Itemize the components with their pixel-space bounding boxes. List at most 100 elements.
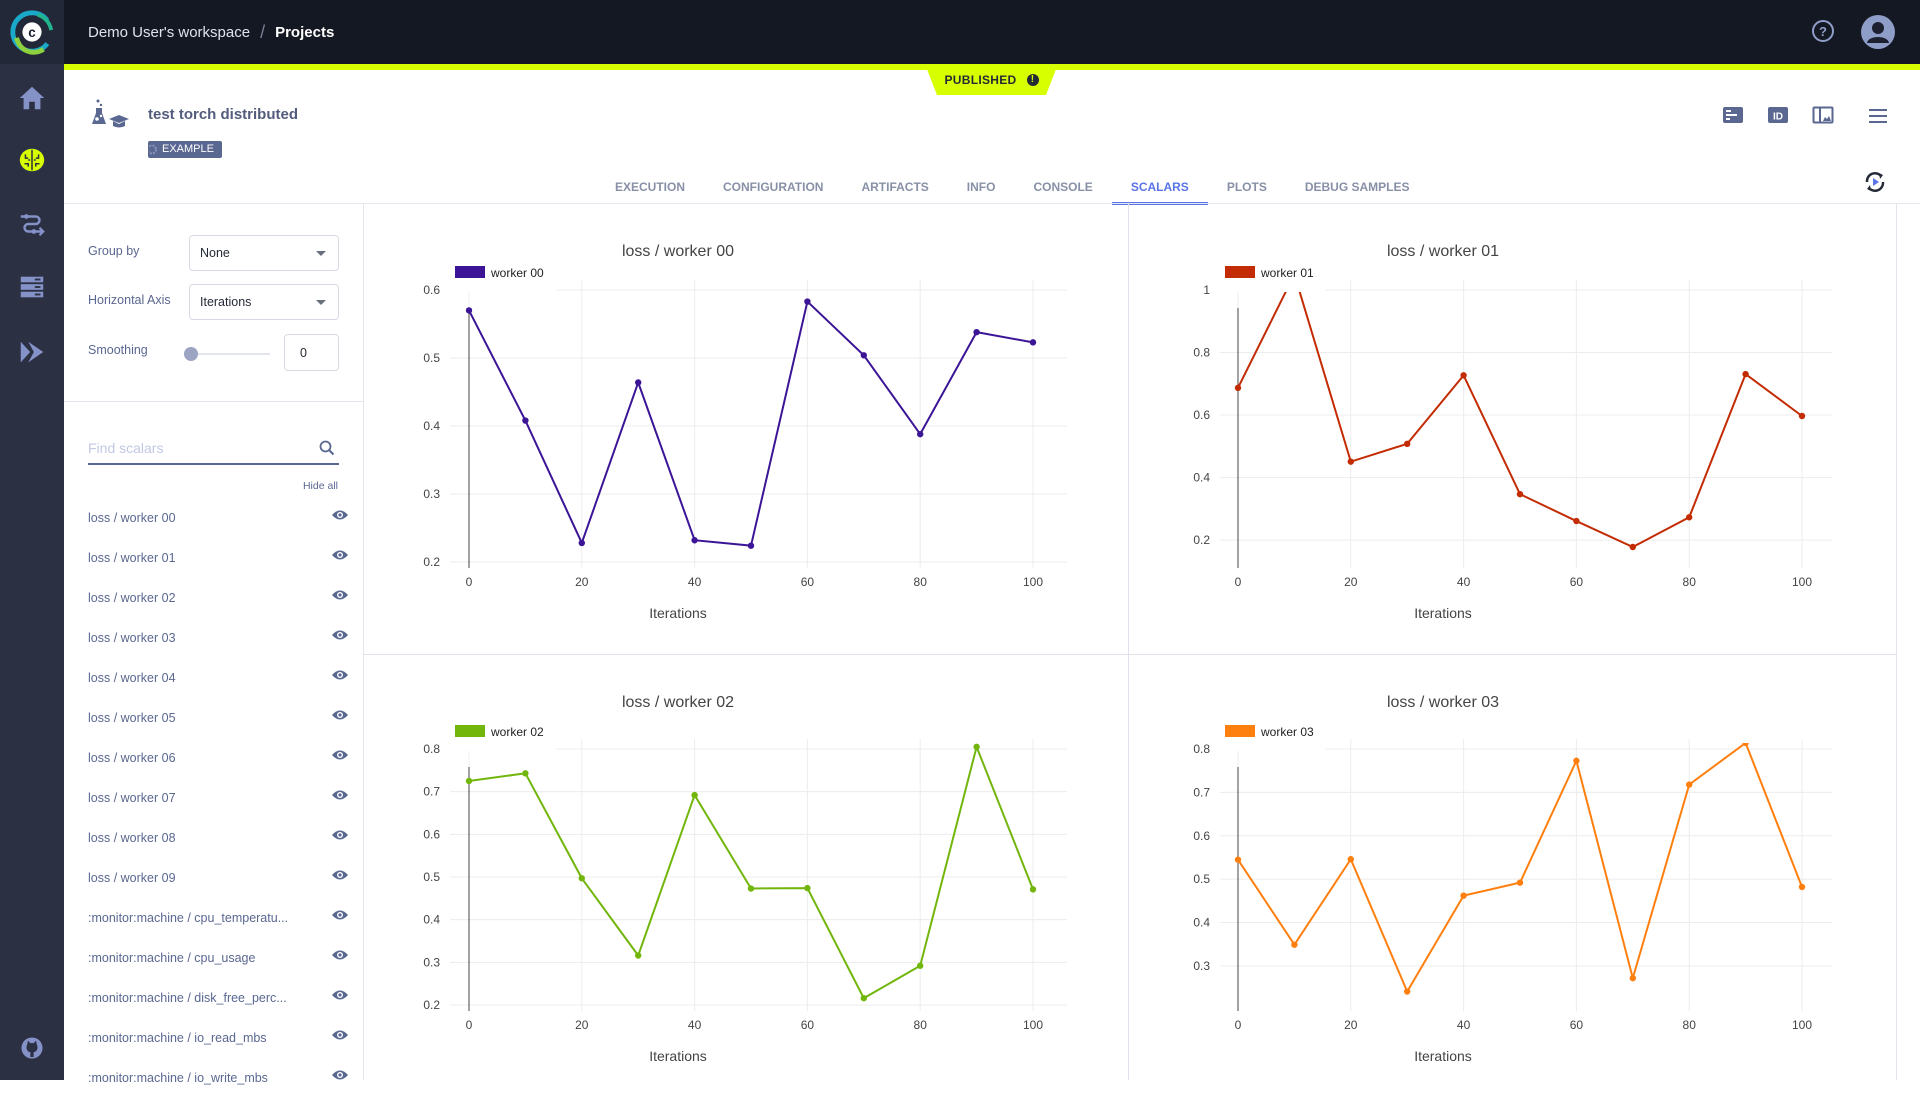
eye-icon[interactable] xyxy=(331,709,349,721)
y-tick-label: 0.2 xyxy=(423,998,440,1012)
menu-icon[interactable] xyxy=(1867,106,1889,126)
scalar-list-item[interactable]: :monitor:machine / io_read_mbs xyxy=(64,1019,364,1059)
eye-icon[interactable] xyxy=(331,909,349,921)
user-avatar[interactable] xyxy=(1861,15,1895,49)
nav-home[interactable] xyxy=(16,82,48,114)
hide-all-button[interactable]: Hide all xyxy=(303,480,338,492)
eye-icon[interactable] xyxy=(331,749,349,761)
eye-icon[interactable] xyxy=(331,869,349,881)
scalar-list-item[interactable]: loss / worker 02 xyxy=(64,579,364,619)
nav-orchestration[interactable] xyxy=(16,336,48,368)
data-point xyxy=(1573,757,1580,764)
alert-icon[interactable]: ! xyxy=(1026,73,1039,86)
nav-github[interactable] xyxy=(16,1032,48,1064)
y-tick-label: 0.4 xyxy=(1193,916,1210,930)
data-point xyxy=(635,952,642,959)
legend-swatch xyxy=(455,266,485,278)
data-point xyxy=(973,328,980,336)
scalar-chart[interactable]: loss / worker 02 0 20 40 60 80 100 0.2 0.3 0.4 0.5… xyxy=(364,655,1128,1105)
y-tick-label: 0.4 xyxy=(1193,471,1210,485)
horizontal-axis-value: Iterations xyxy=(200,295,252,309)
nav-pipelines[interactable] xyxy=(16,208,48,240)
scalar-list-item[interactable]: :monitor:machine / cpu_usage xyxy=(64,939,364,979)
scalar-chart[interactable]: loss / worker 01 0 20 40 60 80 100 0.2 0.4 0.6 0.8… xyxy=(1129,204,1893,654)
svg-text:ID: ID xyxy=(1773,112,1783,123)
eye-icon[interactable] xyxy=(331,629,349,641)
tag-example[interactable]: EXAMPLE xyxy=(148,141,222,158)
scalar-chart[interactable]: loss / worker 00 0 20 40 60 80 100 0.2 0.3 0.4 0.5… xyxy=(364,204,1128,654)
search-icon[interactable] xyxy=(319,440,335,456)
y-tick-label: 0.5 xyxy=(423,870,440,884)
x-tick-label: 0 xyxy=(1235,1018,1242,1032)
data-point xyxy=(465,777,473,785)
tab-console[interactable]: CONSOLE xyxy=(1014,170,1111,204)
eye-icon[interactable] xyxy=(331,829,349,841)
id-icon[interactable]: ID xyxy=(1767,106,1789,126)
scalar-list-item[interactable]: loss / worker 06 xyxy=(64,739,364,779)
eye-icon[interactable] xyxy=(331,669,349,681)
scalar-name: loss / worker 06 xyxy=(88,751,176,765)
scalar-list-item[interactable]: loss / worker 03 xyxy=(64,619,364,659)
tabs: EXECUTION CONFIGURATION ARTIFACTS INFO C… xyxy=(596,170,1429,205)
scalar-list-item[interactable]: loss / worker 00 xyxy=(64,499,364,539)
breadcrumb-workspace[interactable]: Demo User's workspace xyxy=(88,24,250,41)
eye-icon[interactable] xyxy=(331,589,349,601)
eye-icon[interactable] xyxy=(331,989,349,1001)
eye-icon[interactable] xyxy=(331,1069,349,1081)
eye-icon[interactable] xyxy=(331,789,349,801)
logo[interactable]: c xyxy=(0,0,64,64)
eye-icon[interactable] xyxy=(331,949,349,961)
scalar-name: loss / worker 01 xyxy=(88,551,176,565)
scalar-list-item[interactable]: loss / worker 09 xyxy=(64,859,364,899)
y-tick-label: 0.6 xyxy=(1193,829,1210,843)
breadcrumb-projects[interactable]: Projects xyxy=(275,24,334,41)
tab-execution[interactable]: EXECUTION xyxy=(596,170,704,204)
data-point xyxy=(1629,974,1636,982)
details-icon[interactable] xyxy=(1722,106,1744,126)
y-tick-label: 0.7 xyxy=(1193,785,1210,799)
scalar-name: :monitor:machine / io_read_mbs xyxy=(88,1031,267,1045)
horizontal-axis-select[interactable]: Iterations xyxy=(189,284,339,320)
data-point xyxy=(973,743,980,751)
find-scalars-input[interactable] xyxy=(88,434,298,462)
status-badge: PUBLISHED ! xyxy=(925,64,1058,95)
nav-datasets[interactable] xyxy=(16,271,48,303)
scalar-name: loss / worker 03 xyxy=(88,631,176,645)
scalar-list-item[interactable]: :monitor:machine / disk_free_perc... xyxy=(64,979,364,1019)
tag-label: EXAMPLE xyxy=(162,143,214,155)
auto-refresh-icon[interactable] xyxy=(1862,169,1888,195)
eye-icon[interactable] xyxy=(331,1029,349,1041)
tab-scalars[interactable]: SCALARS xyxy=(1111,170,1208,205)
x-tick-label: 0 xyxy=(466,1018,473,1032)
scalar-list-item[interactable]: :monitor:machine / cpu_temperatu... xyxy=(64,899,364,939)
svg-text:?: ? xyxy=(1819,24,1827,39)
eye-icon[interactable] xyxy=(331,549,349,561)
chevrons-icon xyxy=(20,341,44,363)
scalar-chart[interactable]: loss / worker 03 0 20 40 60 80 100 0.3 0.4 0.5 0.6… xyxy=(1129,655,1893,1105)
smoothing-input[interactable]: 0 xyxy=(284,334,339,371)
smoothing-slider-track[interactable] xyxy=(188,353,270,355)
data-point xyxy=(465,307,473,314)
tab-configuration[interactable]: CONFIGURATION xyxy=(704,170,842,204)
scalar-list-item[interactable]: :monitor:machine / io_write_mbs xyxy=(64,1059,364,1099)
tab-plots[interactable]: PLOTS xyxy=(1208,170,1286,204)
scalar-list-item[interactable]: loss / worker 08 xyxy=(64,819,364,859)
tab-info[interactable]: INFO xyxy=(948,170,1015,204)
breadcrumb-separator: / xyxy=(260,21,266,42)
scalar-list-item[interactable]: loss / worker 07 xyxy=(64,779,364,819)
scalar-list-item[interactable]: loss / worker 01 xyxy=(64,539,364,579)
data-point xyxy=(1029,886,1037,893)
nav-experiments[interactable] xyxy=(16,144,48,176)
scalar-list-item[interactable]: loss / worker 04 xyxy=(64,659,364,699)
group-by-select[interactable]: None xyxy=(189,235,339,271)
panel-layout-icon[interactable] xyxy=(1812,106,1834,126)
series-line xyxy=(468,743,1034,1000)
smoothing-slider-thumb[interactable] xyxy=(184,347,198,361)
x-tick-label: 40 xyxy=(1457,575,1471,589)
tab-artifacts[interactable]: ARTIFACTS xyxy=(842,170,947,204)
eye-icon[interactable] xyxy=(331,509,349,521)
user-icon xyxy=(1867,22,1889,43)
tab-debug-samples[interactable]: DEBUG SAMPLES xyxy=(1286,170,1429,204)
scalar-list-item[interactable]: loss / worker 05 xyxy=(64,699,364,739)
help-icon[interactable]: ? xyxy=(1810,18,1836,44)
